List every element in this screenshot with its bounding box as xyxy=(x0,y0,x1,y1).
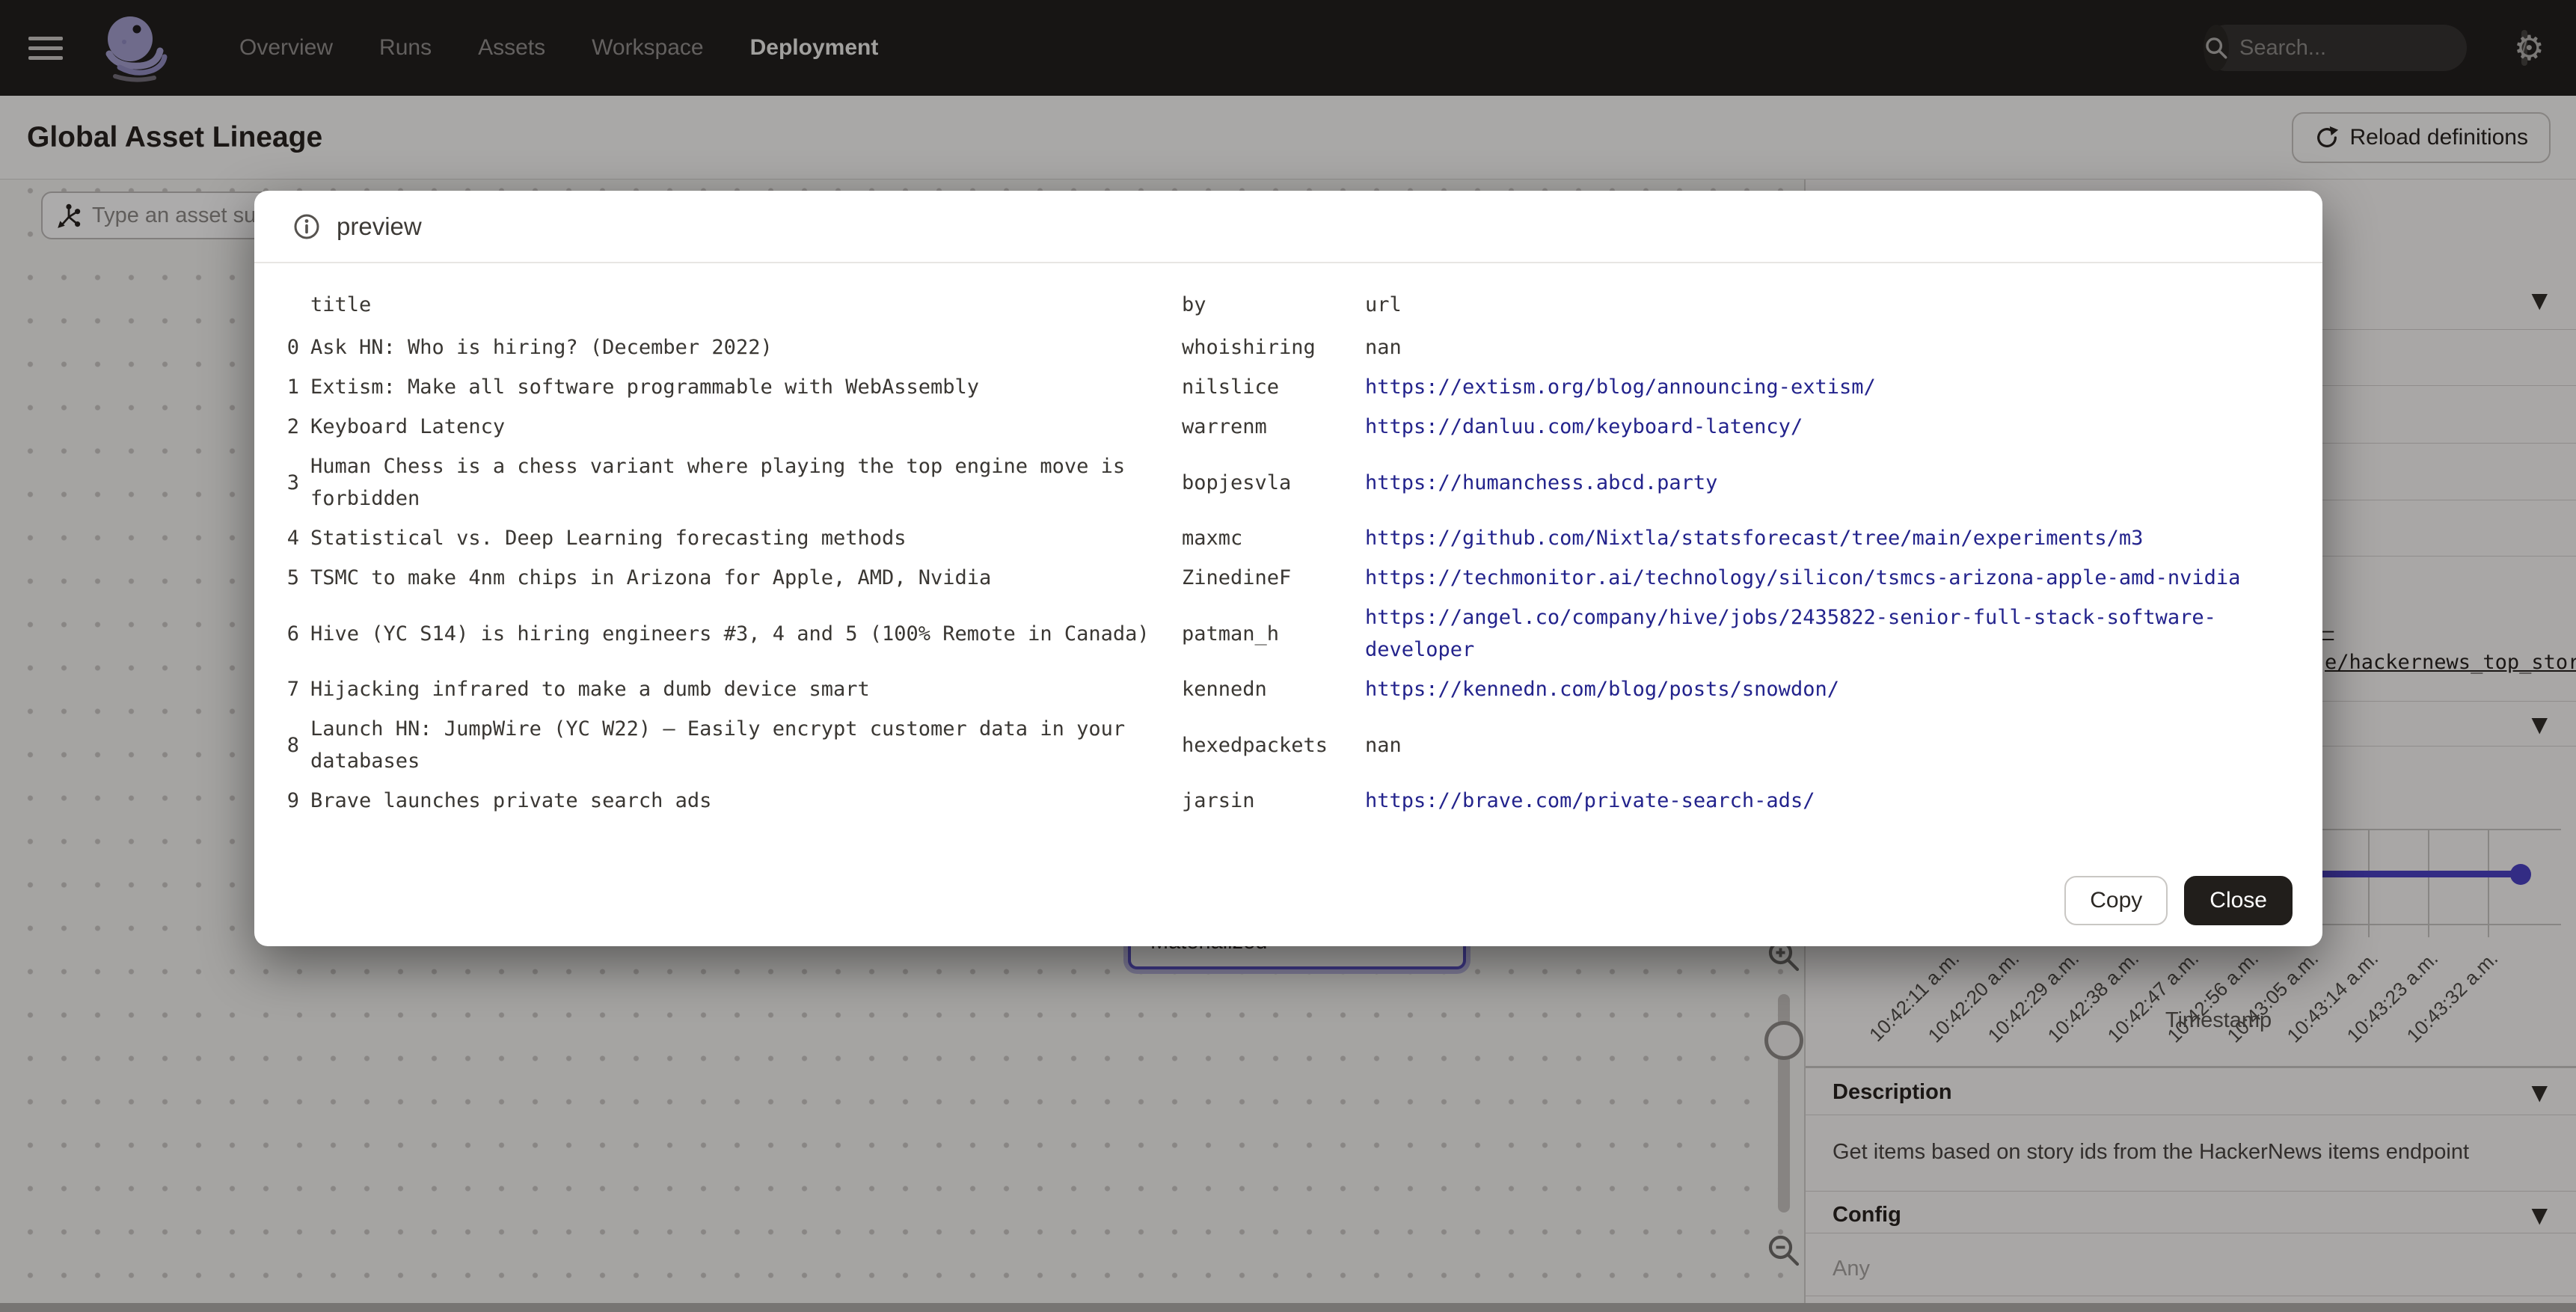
story-url-link[interactable]: https://techmonitor.ai/technology/silico… xyxy=(1365,562,2296,594)
table-row: 2Keyboard Latencywarrenmhttps://danluu.c… xyxy=(263,411,2296,443)
table-row: 8Launch HN: JumpWire (YC W22) – Easily e… xyxy=(263,713,2296,777)
table-header-row: title by url xyxy=(263,289,2296,321)
story-url-link[interactable]: https://humanchess.abcd.party xyxy=(1365,467,2296,499)
story-url-link[interactable]: https://extism.org/blog/announcing-extis… xyxy=(1365,371,2296,403)
column-header-title: title xyxy=(310,289,1171,321)
table-row: 5TSMC to make 4nm chips in Arizona for A… xyxy=(263,562,2296,594)
table-row: 6Hive (YC S14) is hiring engineers #3, 4… xyxy=(263,601,2296,666)
table-row: 0Ask HN: Who is hiring? (December 2022)w… xyxy=(263,331,2296,364)
table-row: 9Brave launches private search adsjarsin… xyxy=(263,785,2296,817)
story-url-link[interactable]: https://brave.com/private-search-ads/ xyxy=(1365,785,2296,817)
table-row: 7Hijacking infrared to make a dumb devic… xyxy=(263,673,2296,705)
story-url-link[interactable]: https://github.com/Nixtla/statsforecast/… xyxy=(1365,522,2296,554)
dialog-title: preview xyxy=(337,212,422,241)
copy-button[interactable]: Copy xyxy=(2064,876,2168,925)
table-row: 3Human Chess is a chess variant where pl… xyxy=(263,450,2296,515)
preview-dialog: preview title by url 0Ask HN: Who is hir… xyxy=(254,191,2322,946)
table-row: 1Extism: Make all software programmable … xyxy=(263,371,2296,403)
preview-table: title by url 0Ask HN: Who is hiring? (De… xyxy=(254,263,2322,824)
column-header-by: by xyxy=(1182,289,1354,321)
dialog-header: preview xyxy=(254,191,2322,263)
column-header-url: url xyxy=(1365,289,2296,321)
story-url-link[interactable]: https://angel.co/company/hive/jobs/24358… xyxy=(1365,601,2296,666)
table-row: 4Statistical vs. Deep Learning forecasti… xyxy=(263,522,2296,554)
close-button[interactable]: Close xyxy=(2184,876,2293,925)
info-icon xyxy=(293,213,320,240)
dagster-app: Overview Runs Assets Workspace Deploymen… xyxy=(0,0,2576,1312)
story-url-link[interactable]: https://danluu.com/keyboard-latency/ xyxy=(1365,411,2296,443)
story-url-link[interactable]: https://kennedn.com/blog/posts/snowdon/ xyxy=(1365,673,2296,705)
dialog-footer: Copy Close xyxy=(254,876,2322,946)
